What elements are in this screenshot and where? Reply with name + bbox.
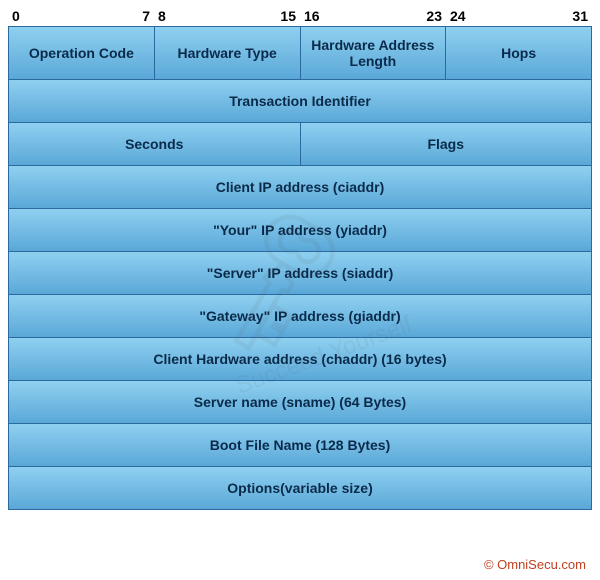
copyright-text: © OmniSecu.com (484, 557, 586, 572)
packet-field: "Gateway" IP address (giaddr) (8, 295, 592, 337)
packet-field: Boot File Name (128 Bytes) (8, 424, 592, 466)
packet-field: "Server" IP address (siaddr) (8, 252, 592, 294)
packet-row: Client Hardware address (chaddr) (16 byt… (8, 338, 592, 381)
bit-segment-1: 8 15 (154, 8, 300, 24)
packet-field: "Your" IP address (yiaddr) (8, 209, 592, 251)
bit-segment-3: 24 31 (446, 8, 592, 24)
packet-row: Boot File Name (128 Bytes) (8, 424, 592, 467)
packet-row: "Your" IP address (yiaddr) (8, 209, 592, 252)
bit-segment-2: 16 23 (300, 8, 446, 24)
packet-field: Hardware Type (155, 27, 301, 79)
packet-format-diagram: Operation CodeHardware TypeHardware Addr… (8, 26, 592, 510)
bit-label: 16 (304, 8, 320, 24)
packet-field: Flags (301, 123, 593, 165)
bit-segment-0: 0 7 (8, 8, 154, 24)
bit-label: 24 (450, 8, 466, 24)
packet-row: Server name (sname) (64 Bytes) (8, 381, 592, 424)
bit-label: 23 (426, 8, 442, 24)
packet-field: Transaction Identifier (8, 80, 592, 122)
bit-label: 15 (280, 8, 296, 24)
packet-row: "Gateway" IP address (giaddr) (8, 295, 592, 338)
bit-label: 0 (12, 8, 20, 24)
packet-row: SecondsFlags (8, 123, 592, 166)
bit-label: 7 (142, 8, 150, 24)
packet-field: Client IP address (ciaddr) (8, 166, 592, 208)
packet-field: Hops (446, 27, 592, 79)
packet-field: Operation Code (8, 27, 155, 79)
packet-row: Options(variable size) (8, 467, 592, 510)
bit-label: 8 (158, 8, 166, 24)
packet-row: Transaction Identifier (8, 80, 592, 123)
packet-field: Options(variable size) (8, 467, 592, 509)
packet-field: Client Hardware address (chaddr) (16 byt… (8, 338, 592, 380)
bit-label: 31 (572, 8, 588, 24)
packet-field: Seconds (8, 123, 301, 165)
packet-row: Operation CodeHardware TypeHardware Addr… (8, 26, 592, 80)
bit-ruler: 0 7 8 15 16 23 24 31 (8, 8, 592, 24)
packet-row: Client IP address (ciaddr) (8, 166, 592, 209)
packet-row: "Server" IP address (siaddr) (8, 252, 592, 295)
packet-field: Server name (sname) (64 Bytes) (8, 381, 592, 423)
packet-field: Hardware Address Length (301, 27, 447, 79)
